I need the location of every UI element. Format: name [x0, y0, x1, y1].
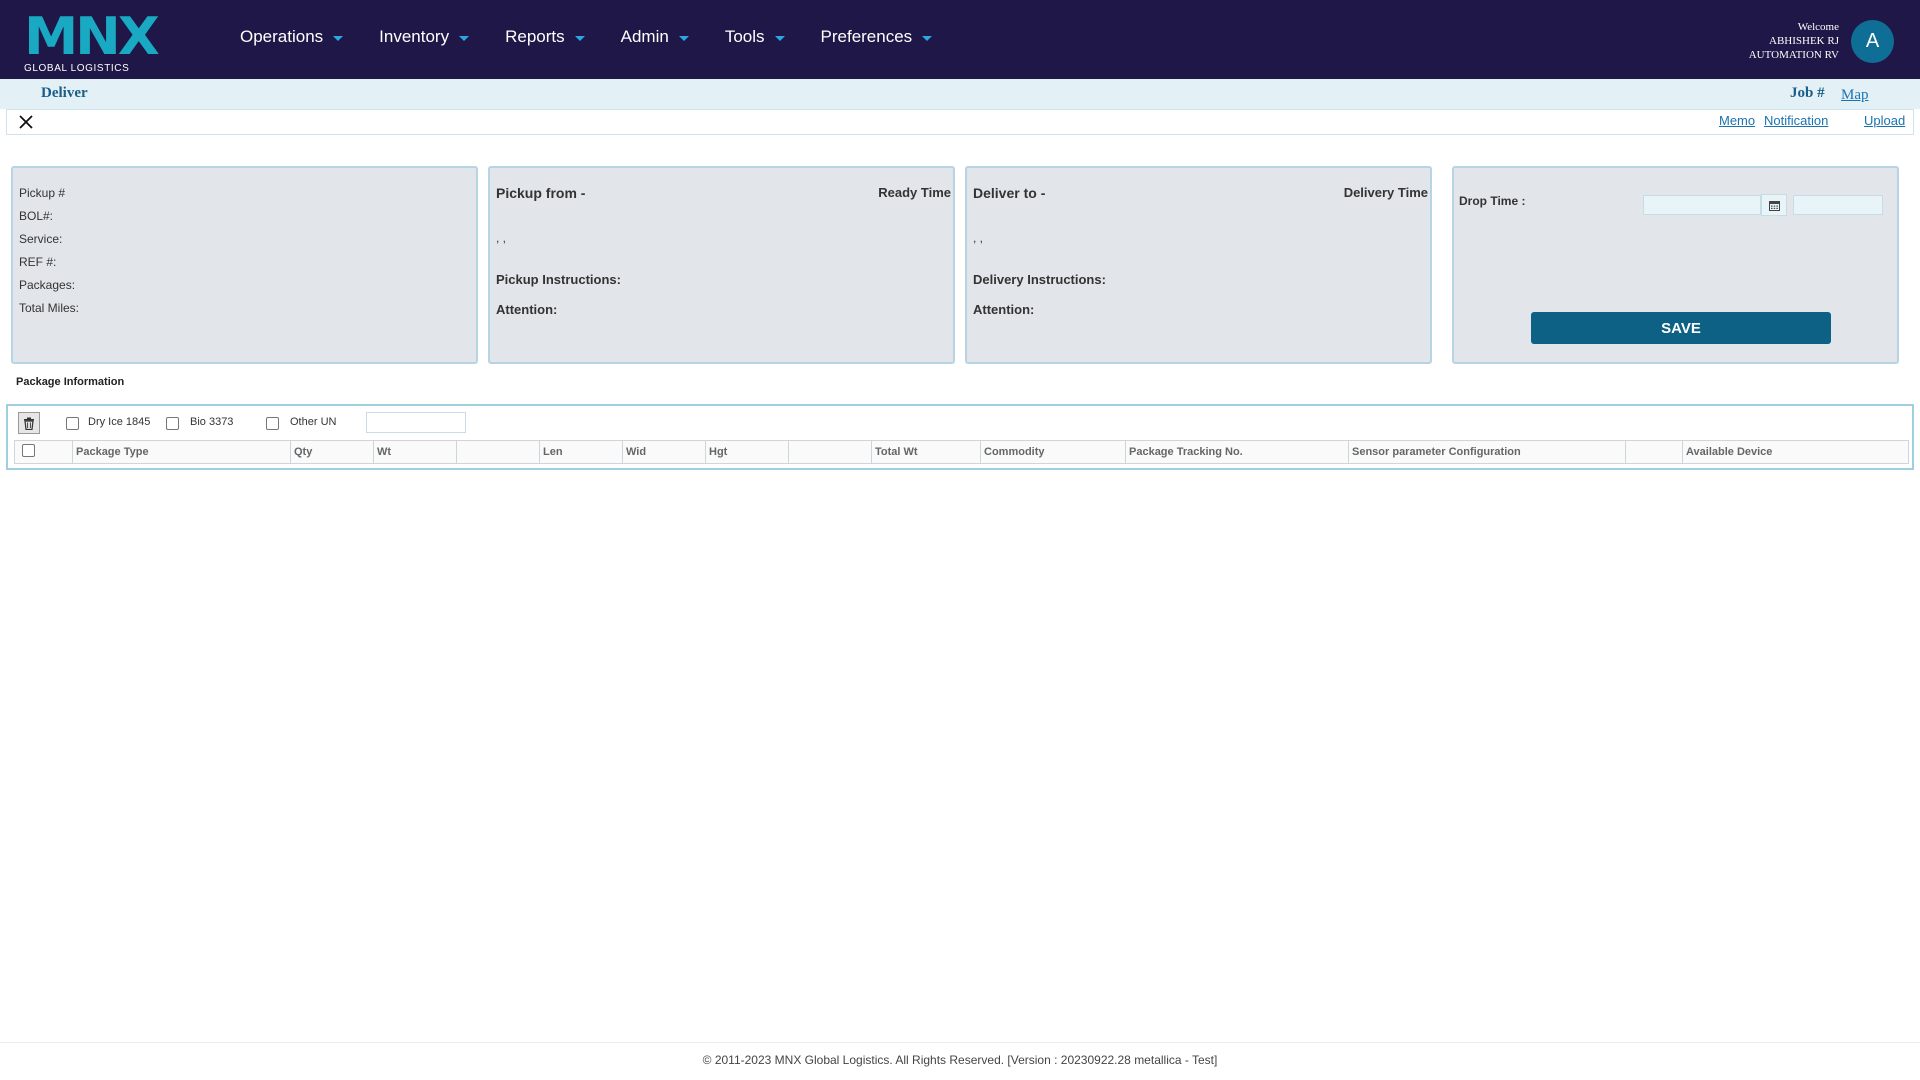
column-header[interactable]: Wid [623, 441, 706, 463]
delivery-attention-label: Attention: [973, 302, 1035, 317]
upload-link[interactable]: Upload [1864, 113, 1905, 128]
welcome-text: Welcome [1797, 21, 1839, 33]
map-link[interactable]: Map [1841, 87, 1869, 104]
drop-time-label: Drop Time : [1459, 194, 1526, 208]
column-header[interactable]: Len [540, 441, 623, 463]
column-header [789, 441, 872, 463]
other-un-label: Other UN [290, 416, 337, 428]
ready-time-label: Ready Time [878, 185, 951, 200]
nav-label: Operations [240, 27, 324, 46]
nav-operations[interactable]: Operations [240, 27, 344, 47]
chevron-down-icon [333, 35, 344, 41]
pickup-address: , , [496, 231, 507, 245]
bol-label: BOL#: [19, 209, 54, 223]
column-header[interactable]: Available Device [1683, 441, 1908, 463]
nav-preferences[interactable]: Preferences [821, 27, 933, 47]
trash-icon [24, 417, 34, 430]
job-number-label: Job # [1790, 85, 1825, 101]
other-un-checkbox[interactable] [266, 417, 279, 430]
column-header[interactable]: Commodity [981, 441, 1126, 463]
nav-tools[interactable]: Tools [725, 27, 785, 47]
package-grid-header: Package Type Qty Wt Len Wid Hgt Total Wt… [14, 440, 1909, 464]
nav-label: Preferences [820, 27, 913, 46]
logo-tagline: GLOBAL LOGISTICS [24, 63, 130, 74]
column-header[interactable]: Total Wt [872, 441, 981, 463]
chevron-down-icon [459, 35, 470, 41]
chevron-down-icon [774, 35, 785, 41]
drop-time-card: Drop Time : SAVE [1452, 166, 1899, 364]
service-label: Service: [19, 232, 63, 246]
delivery-time-label: Delivery Time [1343, 185, 1428, 200]
delivery-address: , , [973, 231, 984, 245]
top-nav-bar: MNX GLOBAL LOGISTICS Operations Inventor… [0, 0, 1920, 79]
chevron-down-icon [678, 35, 689, 41]
user-info: Welcome ABHISHEK RJ AUTOMATION RV [1749, 20, 1839, 62]
save-button[interactable]: SAVE [1531, 312, 1831, 344]
pickup-heading: Pickup from - [496, 185, 586, 201]
drop-time-input[interactable] [1793, 195, 1883, 215]
nav-label: Tools [724, 27, 765, 46]
select-all-cell [15, 441, 73, 463]
close-icon[interactable] [17, 113, 35, 131]
pickup-card: Pickup from - Ready Time , , Pickup Inst… [488, 166, 955, 364]
logo-text: MNX [24, 7, 160, 67]
column-header [1626, 441, 1683, 463]
nav-inventory[interactable]: Inventory [379, 27, 470, 47]
calendar-icon [1768, 200, 1780, 211]
footer-copyright: © 2011-2023 MNX Global Logistics. All Ri… [702, 1053, 1218, 1067]
user-company: AUTOMATION RV [1748, 49, 1839, 61]
column-header[interactable]: Wt [374, 441, 457, 463]
job-info-card: Pickup # BOL#: Service: REF #: Packages:… [11, 166, 478, 364]
nav-label: Admin [620, 27, 669, 46]
bio-checkbox[interactable] [166, 417, 179, 430]
column-header[interactable]: Qty [291, 441, 374, 463]
pickup-instructions-label: Pickup Instructions: [496, 272, 621, 287]
avatar[interactable]: A [1851, 20, 1894, 63]
mnx-logo[interactable]: MNX GLOBAL LOGISTICS [22, 7, 162, 76]
delete-button[interactable] [18, 412, 40, 434]
total-miles-label: Total Miles: [19, 301, 80, 315]
nav-label: Reports [505, 27, 565, 46]
ref-label: REF #: [19, 255, 57, 269]
delivery-heading: Deliver to - [973, 185, 1046, 201]
footer-divider [0, 1042, 1920, 1043]
column-header[interactable]: Package Type [73, 441, 291, 463]
chevron-down-icon [574, 35, 585, 41]
nav-reports[interactable]: Reports [505, 27, 585, 47]
package-panel: Dry Ice 1845 Bio 3373 Other UN Package T… [6, 404, 1914, 470]
page-title: Deliver [41, 85, 88, 101]
main-menu: Operations Inventory Reports Admin Tools… [240, 0, 968, 74]
delivery-instructions-label: Delivery Instructions: [973, 272, 1106, 287]
dry-ice-label: Dry Ice 1845 [88, 416, 151, 428]
nav-admin[interactable]: Admin [621, 27, 689, 47]
column-header[interactable]: Sensor parameter Configuration [1349, 441, 1626, 463]
column-header[interactable]: Hgt [706, 441, 789, 463]
chevron-down-icon [922, 35, 933, 41]
memo-link[interactable]: Memo [1719, 113, 1755, 128]
notification-link[interactable]: Notification [1764, 113, 1828, 128]
packages-label: Packages: [19, 278, 76, 292]
delivery-card: Deliver to - Delivery Time , , Delivery … [965, 166, 1432, 364]
pickup-attention-label: Attention: [496, 302, 558, 317]
bio-label: Bio 3373 [190, 416, 234, 428]
pickup-number-label: Pickup # [19, 186, 66, 200]
column-header[interactable]: Package Tracking No. [1126, 441, 1349, 463]
nav-label: Inventory [379, 27, 450, 46]
column-header [457, 441, 540, 463]
other-un-input[interactable] [366, 412, 466, 433]
user-name: ABHISHEK RJ [1769, 35, 1839, 47]
calendar-button[interactable] [1761, 194, 1787, 216]
dry-ice-checkbox[interactable] [66, 417, 79, 430]
drop-date-input[interactable] [1643, 195, 1761, 215]
action-bar: Memo Notification Upload [6, 109, 1914, 135]
page-title-bar: Deliver Job # Map [0, 79, 1920, 109]
select-all-checkbox[interactable] [22, 444, 35, 457]
package-information-title: Package Information [16, 376, 125, 388]
